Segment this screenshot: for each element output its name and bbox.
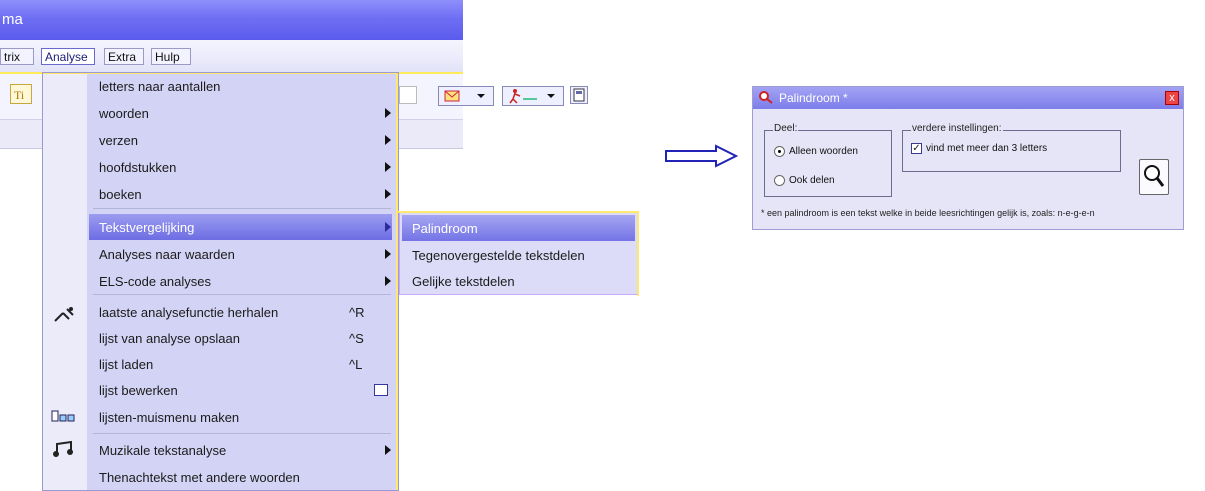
menu-item-els-code-analyses[interactable]: ELS-code analyses	[89, 268, 392, 294]
radio-alleen-woorden[interactable]	[774, 146, 785, 157]
deel-group: Deel: Alleen woorden Ook delen	[764, 123, 892, 197]
submenu-right-accent	[637, 213, 639, 296]
svg-text:Ti: Ti	[14, 88, 25, 102]
min-letters-checkbox-label: vind met meer dan 3 letters	[926, 143, 1048, 154]
window-box-icon	[374, 384, 388, 396]
submenu-arrow-icon	[385, 445, 391, 455]
menu-item-hoofdstukken[interactable]: hoofdstukken	[89, 154, 392, 180]
verdere-instellingen-group: verdere instellingen: ✓ vind met meer da…	[902, 123, 1121, 172]
menubar-item-extra[interactable]: Extra	[104, 48, 144, 65]
radio-alleen-woorden-label: Alleen woorden	[789, 146, 858, 157]
menu-item-verzen[interactable]: verzen	[89, 127, 392, 153]
dialog-title: Palindroom *	[779, 91, 848, 105]
toolbar-input-box[interactable]	[399, 86, 417, 104]
menu-item-thenachtekst-met-andere-woorden[interactable]: Thenachtekst met andere woorden	[89, 464, 392, 490]
menu-item-lijst-bewerken[interactable]: lijst bewerken	[89, 377, 392, 403]
search-button[interactable]	[1139, 159, 1169, 195]
menu-item-tekstvergelijking[interactable]: Tekstvergelijking	[89, 214, 392, 240]
tekstvergelijking-submenu: Palindroom Tegenovergestelde tekstdelen …	[398, 211, 639, 296]
palindroom-dialog: Palindroom * x Deel: Alleen woorden Ook …	[752, 86, 1184, 230]
window-title: ma	[2, 11, 23, 28]
menu-item-letters-naar-aantallen[interactable]: letters naar aantallen	[89, 73, 392, 99]
music-notes-icon	[53, 440, 75, 463]
submenu-arrow-icon	[385, 222, 391, 232]
submenu-arrow-icon	[385, 108, 391, 118]
right-arrow-icon	[664, 144, 739, 173]
submenu-item-palindroom[interactable]: Palindroom	[402, 215, 635, 241]
menu-bar: trix Analyse Extra Hulp	[0, 40, 463, 72]
menu-item-boeken[interactable]: boeken	[89, 181, 392, 207]
close-icon[interactable]: x	[1165, 91, 1179, 105]
magnifier-icon	[1144, 165, 1165, 187]
deel-group-label: Deel:	[773, 123, 799, 134]
list-menu-icon	[51, 409, 75, 430]
menu-item-lijst-laden[interactable]: lijst laden ^L	[89, 351, 392, 377]
window-title-bar: ma	[0, 0, 463, 40]
submenu-item-tegenovergestelde-tekstdelen[interactable]: Tegenovergestelde tekstdelen	[402, 242, 635, 268]
search-app-icon	[758, 90, 774, 107]
menu-item-lijsten-muismenu-maken[interactable]: lijsten-muismenu maken	[89, 404, 392, 430]
submenu-arrow-icon	[385, 135, 391, 145]
menu-item-laatste-analysefunctie-herhalen[interactable]: laatste analysefunctie herhalen ^R	[89, 299, 392, 325]
calculator-icon[interactable]	[570, 86, 588, 104]
menubar-item-matrix[interactable]: trix	[0, 48, 34, 65]
menu-item-lijst-van-analyse-opslaan[interactable]: lijst van analyse opslaan ^S	[89, 325, 392, 351]
dialog-title-bar: Palindroom * x	[753, 87, 1183, 109]
menu-separator	[93, 294, 391, 295]
verdere-instellingen-label: verdere instellingen:	[911, 123, 1003, 134]
menubar-item-analyse[interactable]: Analyse	[41, 48, 95, 65]
submenu-arrow-icon	[385, 276, 391, 286]
radio-ook-delen-label: Ook delen	[789, 175, 835, 186]
palindrome-note: * een palindroom is een tekst welke in b…	[761, 208, 1095, 218]
menu-item-analyses-naar-waarden[interactable]: Analyses naar waarden	[89, 241, 392, 267]
menu-right-accent	[396, 73, 398, 490]
submenu-top-accent	[398, 211, 639, 213]
menu-separator	[93, 433, 391, 434]
analyse-menu: letters naar aantallen woorden verzen ho…	[42, 72, 399, 491]
submenu-item-gelijke-tekstdelen[interactable]: Gelijke tekstdelen	[402, 268, 635, 294]
mail-dropdown-button[interactable]	[438, 86, 494, 106]
runner-dropdown-button[interactable]	[502, 86, 564, 106]
menu-item-muzikale-tekstanalyse[interactable]: Muzikale tekstanalyse	[89, 437, 392, 463]
submenu-arrow-icon	[385, 189, 391, 199]
menu-separator	[93, 208, 391, 209]
menu-item-woorden[interactable]: woorden	[89, 100, 392, 126]
text-tool-icon[interactable]: Ti	[10, 84, 32, 104]
submenu-arrow-icon	[385, 162, 391, 172]
submenu-arrow-icon	[385, 249, 391, 259]
radio-ook-delen[interactable]	[774, 175, 785, 186]
menubar-item-hulp[interactable]: Hulp	[151, 48, 191, 65]
repeat-analysis-icon	[53, 305, 75, 330]
min-letters-checkbox[interactable]: ✓	[911, 143, 922, 154]
